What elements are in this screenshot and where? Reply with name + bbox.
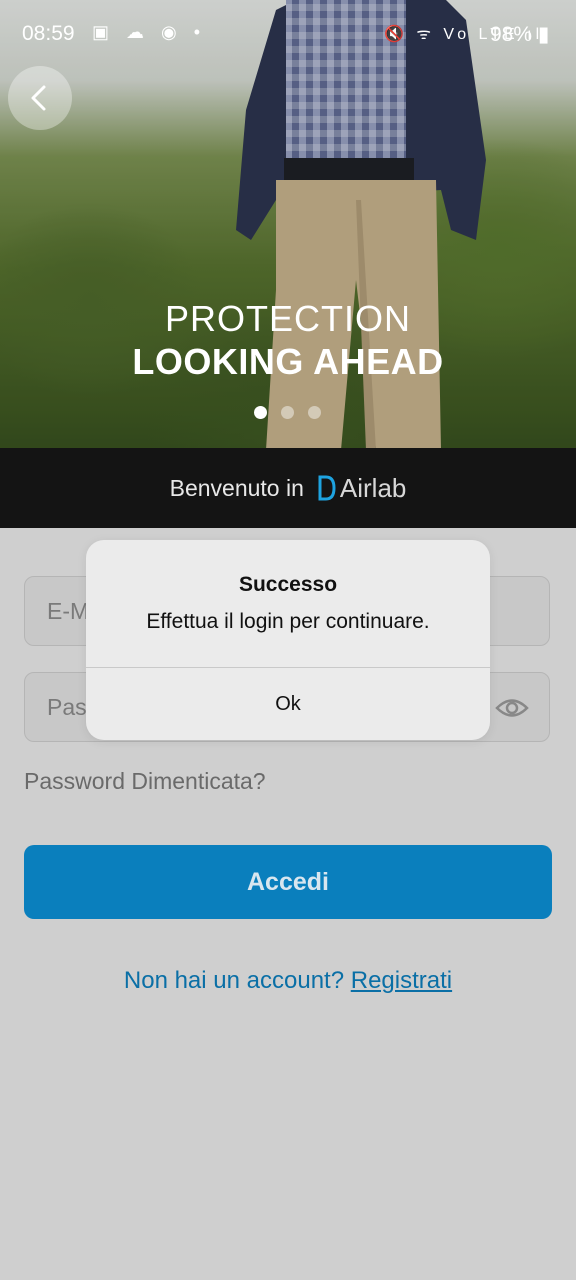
status-time: 08:59 xyxy=(22,22,75,45)
dialog-title: Successo xyxy=(238,573,338,596)
forgot-password-link[interactable]: Password Dimenticata? xyxy=(24,768,266,795)
status-bar: 08:59 ▣ ☁ ◉ • 🔇 ᯤ Vo LTE ıl 98% ▮ xyxy=(0,0,576,66)
carousel-dot-1[interactable] xyxy=(254,406,267,419)
login-button[interactable]: Accedi xyxy=(24,845,552,919)
eye-icon[interactable] xyxy=(495,693,529,723)
carousel-indicator[interactable] xyxy=(254,406,321,419)
notification-icons: ▣ ☁ ◉ • xyxy=(92,22,207,42)
signup-prompt: Non hai un account? Registrati xyxy=(0,967,576,995)
welcome-text: Benvenuto in xyxy=(169,474,304,501)
dialog-message: Effettua il login per continuare. xyxy=(146,610,430,633)
success-dialog: Successo Effettua il login per continuar… xyxy=(86,540,490,740)
airlab-logo-mark-icon xyxy=(318,475,336,501)
battery-level: 98% ▮ xyxy=(490,23,550,46)
battery-icon: ▮ xyxy=(537,23,550,46)
register-link[interactable]: Registrati xyxy=(351,967,452,994)
carousel-dot-2[interactable] xyxy=(281,406,294,419)
hero-banner[interactable]: PROTECTION LOOKING AHEAD xyxy=(0,0,576,448)
brand-name: Airlab xyxy=(339,472,407,503)
welcome-bar: Benvenuto in Airlab xyxy=(0,448,576,528)
carousel-dot-3[interactable] xyxy=(308,406,321,419)
hero-subheadline: LOOKING AHEAD xyxy=(132,341,444,382)
back-button[interactable] xyxy=(8,66,72,130)
signup-text: Non hai un account? xyxy=(123,967,345,994)
airlab-logo: Airlab xyxy=(318,473,406,504)
dialog-ok-button[interactable]: Ok xyxy=(86,668,490,740)
hero-headline: PROTECTION xyxy=(164,298,411,339)
chevron-left-icon xyxy=(31,85,46,111)
